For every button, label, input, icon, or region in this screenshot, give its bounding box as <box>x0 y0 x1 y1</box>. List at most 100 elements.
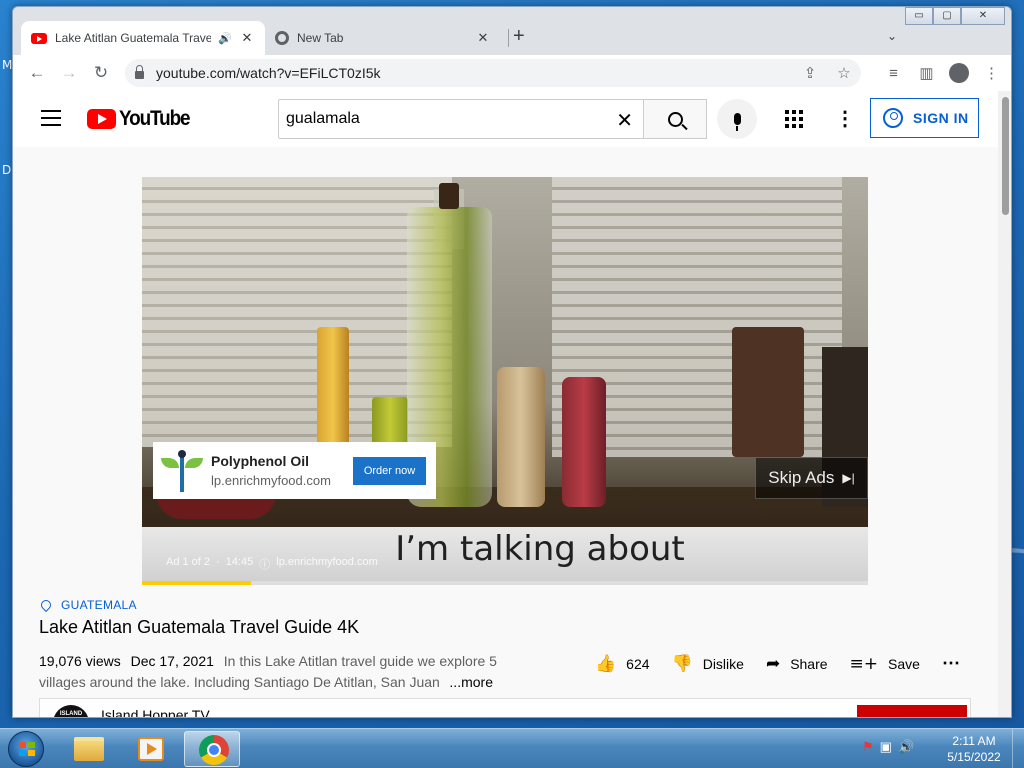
maximize-button[interactable]: ▢ <box>933 7 961 25</box>
menu-icon[interactable] <box>41 110 61 126</box>
youtube-play-icon <box>87 109 116 129</box>
youtube-header: YouTube gualamala ✕ ⋮ SIGN IN <box>13 91 998 147</box>
ad-title: Polyphenol Oil <box>211 453 310 469</box>
tab-search-icon[interactable]: ⌄ <box>887 29 897 43</box>
ad-domain: lp.enrichmyfood.com <box>211 473 331 488</box>
action-center-flag-icon[interactable]: ⚑ <box>862 739 874 755</box>
chrome-menu-icon[interactable]: ⋮ <box>975 64 1008 82</box>
lock-icon[interactable] <box>135 64 144 79</box>
skip-ads-button[interactable]: Skip Ads ▶| <box>755 457 868 499</box>
search-input[interactable]: gualamala ✕ <box>278 99 643 139</box>
sign-in-button[interactable]: SIGN IN <box>870 98 979 138</box>
leaf-icon <box>185 457 203 468</box>
subscribe-button[interactable]: SUBSCRIBE <box>857 705 967 717</box>
scrollbar-thumb[interactable] <box>1002 97 1009 215</box>
new-tab-button[interactable]: + <box>513 25 525 48</box>
show-more-link[interactable]: ...more <box>445 672 493 693</box>
skip-next-icon: ▶| <box>842 471 855 485</box>
info-icon[interactable]: ⓘ <box>259 556 270 572</box>
ad-progress-fill <box>142 581 251 585</box>
ad-position: Ad 1 of 2 <box>166 556 211 568</box>
like-button[interactable]: 👍 624 <box>595 654 650 674</box>
start-button[interactable] <box>8 731 44 767</box>
tab-close-icon[interactable]: ✕ <box>475 30 491 46</box>
location-pin-icon <box>38 597 54 613</box>
share-icon[interactable]: ⇪ <box>793 64 827 82</box>
staff-icon <box>178 449 186 492</box>
windows-logo-icon <box>19 742 35 756</box>
video-actions: 👍 624 👎 Dislike ➦ Share ≡+ Save ⋯ <box>595 653 983 674</box>
ad-info-domain[interactable]: lp.enrichmyfood.com <box>276 556 378 572</box>
taskbar-explorer[interactable] <box>60 731 116 767</box>
leaf-icon <box>161 457 179 468</box>
ad-overlay-card[interactable]: Polyphenol Oil lp.enrichmyfood.com Order… <box>153 442 436 499</box>
order-now-button[interactable]: Order now <box>353 456 426 485</box>
taskbar-media-player[interactable] <box>122 731 178 767</box>
windows-taskbar: ⚑ ▣ 🔊 2:11 AM 5/15/2022 <box>0 728 1024 768</box>
address-bar[interactable]: youtube.com/watch?v=EFiLCT0zI5k ⇪ ☆ <box>125 59 861 87</box>
account-icon <box>883 108 903 128</box>
chrome-favicon-icon <box>275 31 289 45</box>
volume-icon[interactable]: 🔊 <box>898 739 914 755</box>
more-actions-icon[interactable]: ⋯ <box>942 653 961 674</box>
page-scrollbar[interactable] <box>998 91 1011 717</box>
search-button[interactable] <box>643 99 707 139</box>
video-frame-jar <box>562 377 606 507</box>
chrome-window: Lake Atitlan Guatemala Trave 🔊 ✕ New Tab… <box>12 6 1012 718</box>
tab-title: New Tab <box>297 31 344 45</box>
desktop-icon-label[interactable]: D <box>2 163 11 177</box>
video-description[interactable]: 19,076 views Dec 17, 2021 In this Lake A… <box>39 651 499 693</box>
channel-name[interactable]: Island Hopper TV <box>101 707 210 717</box>
system-tray: ⚑ ▣ 🔊 <box>862 739 914 755</box>
folder-icon <box>74 737 104 761</box>
chrome-icon <box>199 735 229 765</box>
media-control-icon[interactable]: ≡ <box>877 65 910 82</box>
bookmark-star-icon[interactable]: ☆ <box>827 64 861 82</box>
voice-search-button[interactable] <box>717 99 757 139</box>
upload-date: Dec 17, 2021 <box>130 653 214 669</box>
thumbs-down-icon: 👎 <box>671 653 693 674</box>
clock-time: 2:11 AM <box>952 734 996 748</box>
tab-divider <box>508 29 509 47</box>
clear-search-icon[interactable]: ✕ <box>616 108 633 133</box>
show-desktop-button[interactable] <box>1012 729 1024 768</box>
taskbar-clock[interactable]: 2:11 AM 5/15/2022 <box>942 733 1006 765</box>
video-title: Lake Atitlan Guatemala Travel Guide 4K <box>39 617 360 637</box>
video-player[interactable]: I’m talking about Polyphenol Oil lp.enri… <box>142 177 868 585</box>
speaker-icon[interactable]: 🔊 <box>217 32 233 45</box>
share-arrow-icon: ➦ <box>765 653 781 674</box>
reload-icon[interactable]: ↻ <box>85 63 117 83</box>
ad-progress-bar[interactable] <box>142 581 868 585</box>
thumbs-up-icon: 👍 <box>595 653 617 674</box>
close-window-button[interactable]: ✕ <box>961 7 1005 25</box>
tab-close-icon[interactable]: ✕ <box>239 30 255 46</box>
advertiser-logo <box>159 448 205 494</box>
share-button[interactable]: ➦ Share <box>766 654 828 674</box>
save-button[interactable]: ≡+ Save <box>850 654 920 674</box>
location-link[interactable]: GUATEMALA <box>38 597 137 613</box>
url-text[interactable]: youtube.com/watch?v=EFiLCT0zI5k <box>156 65 381 81</box>
microphone-icon <box>733 113 741 131</box>
window-controls: ▭ ▢ ✕ <box>905 7 1005 25</box>
video-frame-jar <box>497 367 545 507</box>
search-query[interactable]: gualamala <box>286 110 360 128</box>
apps-grid-icon[interactable] <box>785 110 803 128</box>
video-frame-pitcher <box>732 327 804 457</box>
settings-more-icon[interactable]: ⋮ <box>835 106 855 131</box>
taskbar-chrome[interactable] <box>184 731 240 767</box>
network-icon[interactable]: ▣ <box>880 739 892 755</box>
dislike-button[interactable]: 👎 Dislike <box>672 654 744 674</box>
side-panel-icon[interactable]: ▥ <box>910 64 943 82</box>
forward-arrow-icon[interactable]: → <box>53 63 85 83</box>
desktop-icon-label[interactable]: M <box>2 58 12 72</box>
youtube-page: YouTube gualamala ✕ ⋮ SIGN IN I’m talkin… <box>13 91 998 717</box>
back-arrow-icon[interactable]: ← <box>21 63 53 83</box>
minimize-button[interactable]: ▭ <box>905 7 933 25</box>
tab-youtube[interactable]: Lake Atitlan Guatemala Trave 🔊 ✕ <box>21 21 265 55</box>
youtube-logo[interactable]: YouTube <box>87 107 197 131</box>
browser-toolbar: ← → ↻ youtube.com/watch?v=EFiLCT0zI5k ⇪ … <box>13 55 1011 91</box>
profile-avatar-icon[interactable] <box>949 63 969 83</box>
channel-avatar[interactable]: ISLAND HOPPER <box>53 705 89 717</box>
media-player-icon <box>138 737 164 761</box>
tab-new-tab[interactable]: New Tab ✕ <box>265 21 501 55</box>
